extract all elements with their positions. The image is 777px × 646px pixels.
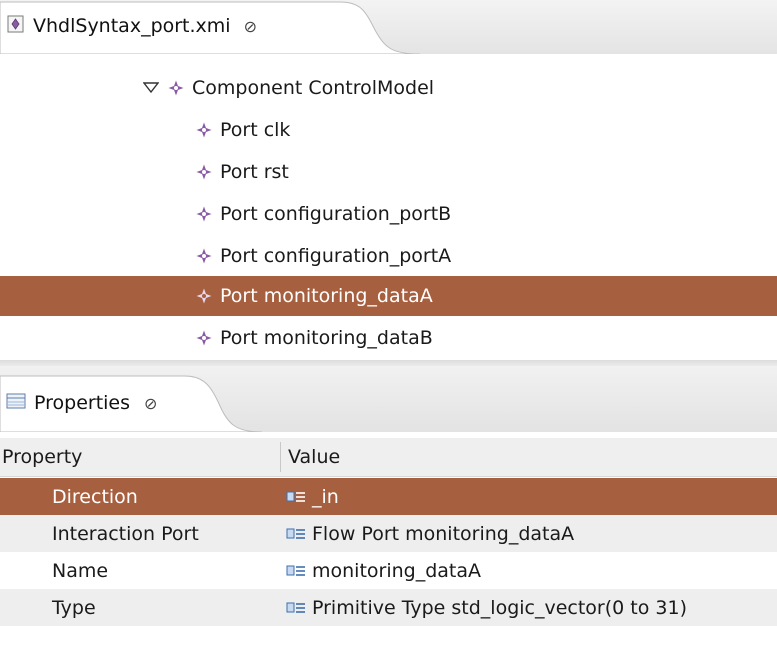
tree-node-port[interactable]: Port configuration_portA: [0, 236, 777, 276]
tree-node-label: Port clk: [220, 119, 291, 141]
tree-node-label: Port configuration_portA: [220, 245, 452, 267]
literal-icon: [286, 490, 306, 504]
chevron-down-icon[interactable]: [142, 81, 160, 95]
port-icon: [196, 248, 212, 264]
component-icon: [168, 80, 184, 96]
model-tree: Component ControlModel Port clk Port rst…: [0, 54, 777, 360]
property-name: Type: [52, 596, 96, 619]
port-icon: [196, 206, 212, 222]
editor-tab-title: VhdlSyntax_port.xmi: [33, 15, 231, 37]
xmi-file-icon: [6, 14, 26, 39]
port-icon: [196, 288, 212, 304]
table-row[interactable]: Name monitoring_dataA: [0, 552, 777, 589]
properties-tab-bar: Properties ⊘: [0, 366, 777, 432]
column-divider[interactable]: [280, 442, 281, 472]
tree-node-port[interactable]: Port monitoring_dataB: [0, 318, 777, 358]
table-row[interactable]: Type Primitive Type std_logic_vector(0 t…: [0, 589, 777, 626]
tree-node-component[interactable]: Component ControlModel: [0, 68, 777, 108]
property-value-text: Flow Port monitoring_dataA: [312, 522, 575, 545]
tree-node-label: Port monitoring_dataA: [220, 285, 433, 307]
property-value-text: _in: [312, 485, 339, 508]
tree-node-port[interactable]: Port configuration_portB: [0, 194, 777, 234]
properties-table: Property Value Direction _in Interaction…: [0, 432, 777, 646]
table-header: Property Value: [0, 438, 777, 477]
property-name: Interaction Port: [52, 522, 199, 545]
tree-node-label: Port rst: [220, 161, 289, 183]
properties-icon: [6, 392, 26, 414]
tree-node-label: Port configuration_portB: [220, 203, 452, 225]
properties-tab[interactable]: Properties ⊘: [6, 388, 157, 418]
tree-node-port[interactable]: Port rst: [0, 152, 777, 192]
property-value: Flow Port monitoring_dataA: [286, 515, 574, 552]
tree-node-label: Port monitoring_dataB: [220, 327, 433, 349]
editor-tab[interactable]: VhdlSyntax_port.xmi ⊘: [6, 11, 257, 41]
table-row[interactable]: Interaction Port Flow Port monitoring_da…: [0, 515, 777, 552]
tree-node-label: Component ControlModel: [192, 77, 435, 99]
property-value: _in: [286, 478, 339, 515]
literal-icon: [286, 527, 306, 541]
property-value-text: Primitive Type std_logic_vector(0 to 31): [312, 596, 687, 619]
tree-node-port[interactable]: Port clk: [0, 110, 777, 150]
port-icon: [196, 330, 212, 346]
property-name: Direction: [52, 485, 138, 508]
close-icon[interactable]: ⊘: [144, 394, 157, 413]
literal-icon: [286, 564, 306, 578]
port-icon: [196, 164, 212, 180]
tree-node-port-selected[interactable]: Port monitoring_dataA: [0, 276, 777, 316]
literal-icon: [286, 601, 306, 615]
column-header-value[interactable]: Value: [288, 438, 340, 476]
property-value: monitoring_dataA: [286, 552, 481, 589]
close-icon[interactable]: ⊘: [244, 17, 257, 36]
editor-tab-bar: VhdlSyntax_port.xmi ⊘: [0, 0, 777, 54]
port-icon: [196, 122, 212, 138]
property-value: Primitive Type std_logic_vector(0 to 31): [286, 589, 687, 626]
properties-tab-title: Properties: [34, 392, 131, 414]
property-value-text: monitoring_dataA: [312, 559, 482, 582]
table-row-selected[interactable]: Direction _in: [0, 478, 777, 515]
column-header-property[interactable]: Property: [2, 438, 82, 476]
property-name: Name: [52, 559, 109, 582]
